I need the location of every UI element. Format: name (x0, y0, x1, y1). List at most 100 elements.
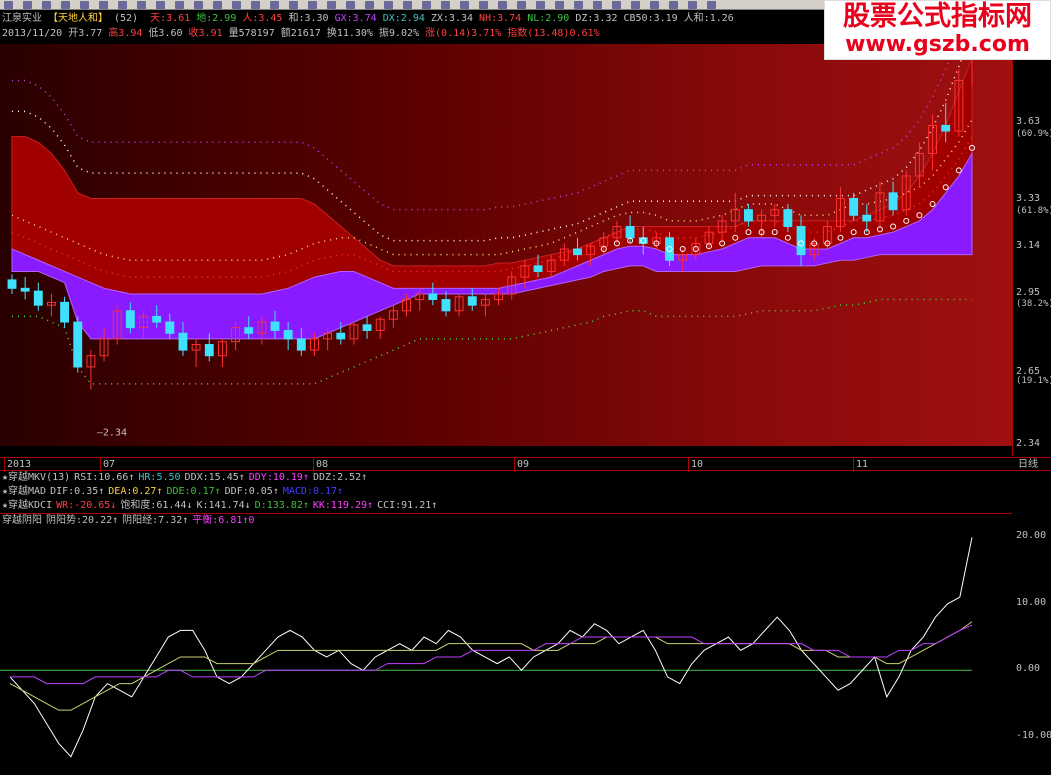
toolbar-icon[interactable] (61, 1, 70, 9)
candle[interactable] (362, 324, 372, 331)
toolbar-icon[interactable] (346, 1, 355, 9)
indicator-name[interactable]: 【天地人和】 (48, 13, 108, 24)
toolbar-icon[interactable] (403, 1, 412, 9)
candle[interactable] (296, 338, 306, 351)
candle[interactable] (783, 209, 793, 228)
indicator-row-mkv[interactable]: ★穿越MKV(13) RSI:10.66↑ HR:5.50 DDX:15.45↑ DDY… (2, 471, 371, 484)
toolbar-icon[interactable] (384, 1, 393, 9)
candle[interactable] (941, 124, 951, 132)
toolbar-icon[interactable] (194, 1, 203, 9)
toolbar-icon[interactable] (422, 1, 431, 9)
candle[interactable] (20, 287, 30, 292)
toolbar-icon[interactable] (213, 1, 222, 9)
indicator-value: HR:5.50 (138, 472, 181, 483)
indicator-value: DDE:0.17↑ (166, 486, 221, 497)
toolbar-icon[interactable] (669, 1, 678, 9)
candle[interactable] (165, 321, 175, 334)
osc-series-line (9, 537, 973, 758)
stock-name[interactable]: 江泉实业 (2, 13, 42, 24)
candle[interactable] (862, 214, 872, 222)
toolbar-icon[interactable] (99, 1, 108, 9)
header-value: 人:3.45 (242, 13, 283, 24)
candle[interactable] (849, 197, 859, 216)
quote-value: 开3.77 (68, 28, 103, 39)
axis-tick-label: 2.95 (1016, 287, 1041, 298)
toolbar-icon[interactable] (612, 1, 621, 9)
toolbar-icon[interactable] (555, 1, 564, 9)
indicator-row-kdci[interactable]: ★穿越KDCI WR:-20.65↓ 饱和度:61.44↓ K:141.74↓ D:13… (2, 499, 441, 512)
candle[interactable] (336, 332, 346, 340)
candle[interactable] (467, 296, 477, 306)
toolbar-icon[interactable] (232, 1, 241, 9)
date-axis: 2013 07 08 09 10 11 日线 (0, 457, 1051, 472)
period-label[interactable]: 日线 (1016, 458, 1038, 472)
toolbar-icon[interactable] (688, 1, 697, 9)
candle[interactable] (441, 299, 451, 312)
watermark-title: 股票公式指标网 (843, 1, 1032, 32)
toolbar-icon[interactable] (289, 1, 298, 9)
candle[interactable] (283, 329, 293, 340)
toolbar-icon[interactable] (137, 1, 146, 9)
toolbar-icon[interactable] (517, 1, 526, 9)
candle[interactable] (428, 293, 438, 301)
candle[interactable] (33, 290, 43, 306)
toolbar-icon[interactable] (308, 1, 317, 9)
candle[interactable] (204, 344, 214, 357)
indicator-period: (52) (114, 13, 139, 24)
toolbar-icon[interactable] (327, 1, 336, 9)
toolbar-icon[interactable] (441, 1, 450, 9)
indicator-header-row: 江泉实业 【天地人和】 (52) 天:3.61 地:2.99 人:3.45 和:3.30 G… (2, 12, 740, 26)
candle[interactable] (152, 315, 162, 323)
header-value: DZ:3.32 (575, 13, 618, 24)
toolbar-icon[interactable] (156, 1, 165, 9)
toolbar-icon[interactable] (118, 1, 127, 9)
toolbar-icon[interactable] (498, 1, 507, 9)
toolbar-icon[interactable] (175, 1, 184, 9)
axis-tick-label: (19.1%) (1016, 376, 1051, 386)
candle[interactable] (743, 209, 753, 222)
toolbar-icon[interactable] (631, 1, 640, 9)
candle[interactable] (625, 226, 635, 239)
candle[interactable] (73, 321, 83, 368)
indicator-value: DEA:0.27↑ (108, 486, 163, 497)
candle[interactable] (270, 321, 280, 331)
date-tick-label: 10 (688, 458, 703, 472)
toolbar-icon[interactable] (270, 1, 279, 9)
toolbar-icon[interactable] (23, 1, 32, 9)
candle[interactable] (60, 301, 70, 323)
candle[interactable] (125, 310, 135, 329)
osc-axis-tick: 10.00 (1016, 596, 1047, 608)
candle[interactable] (244, 327, 254, 334)
toolbar-icon[interactable] (80, 1, 89, 9)
toolbar-icon[interactable] (4, 1, 13, 9)
toolbar-icon[interactable] (251, 1, 260, 9)
toolbar-icon[interactable] (479, 1, 488, 9)
indicator-value: RSI:10.66↑ (74, 472, 135, 483)
candle[interactable] (178, 332, 188, 351)
toolbar-icon[interactable] (574, 1, 583, 9)
quote-value: 低3.60 (148, 28, 183, 39)
toolbar-icon[interactable] (460, 1, 469, 9)
toolbar-icon[interactable] (707, 1, 716, 9)
candle[interactable] (533, 265, 543, 272)
toolbar-icon[interactable] (593, 1, 602, 9)
toolbar-icon[interactable] (650, 1, 659, 9)
indicator-value: DDF:0.05↑ (224, 486, 279, 497)
toolbar-icon[interactable] (536, 1, 545, 9)
date-tick-label: 2013 (4, 458, 31, 472)
axis-tick-label: (60.9%) (1016, 129, 1051, 139)
oscillator-panel[interactable]: 穿越阴阳 阴阳势:20.22↑ 阴阳经:7.32↑ 平衡:6.81↑0 (0, 513, 1012, 775)
axis-tick-label: 2.34 (1016, 438, 1041, 449)
candle[interactable] (7, 279, 17, 289)
candle[interactable] (888, 192, 898, 211)
quote-value: 涨(0.14)3.71% (425, 28, 502, 39)
axis-tick-label: 3.63 (1016, 116, 1041, 127)
candle[interactable] (573, 248, 582, 256)
toolbar-icon[interactable] (42, 1, 51, 9)
osc-axis-tick: -10.00 (1016, 729, 1051, 741)
quote-value: 换11.30% (326, 28, 373, 39)
main-price-chart[interactable]: —2.34 (0, 0, 1012, 446)
toolbar-icon[interactable] (365, 1, 374, 9)
indicator-row-mad[interactable]: ★穿越MAD DIF:0.35↑ DEA:0.27↑ DDE:0.17↑ DDF:0.0… (2, 485, 347, 498)
header-value: 地:2.99 (196, 13, 237, 24)
